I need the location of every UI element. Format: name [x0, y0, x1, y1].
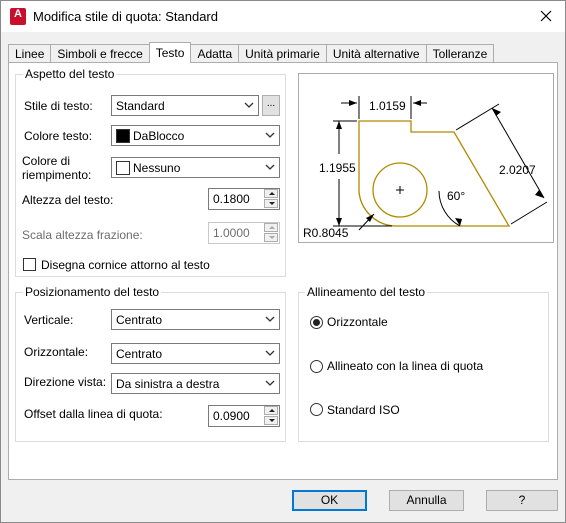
- verticale-select[interactable]: Centrato: [111, 309, 280, 330]
- group-legend: Posizionamento del testo: [23, 285, 162, 299]
- group-legend: Aspetto del testo: [23, 67, 117, 81]
- dim-left-text: 1.1955: [319, 161, 356, 175]
- scala-altezza-spinner: 1.0000: [208, 222, 280, 244]
- dim-right-text: 2.0207: [499, 163, 536, 177]
- offset-value: 0.0900: [213, 409, 250, 423]
- cornice-label: Disegna cornice attorno al testo: [41, 258, 210, 272]
- direzione-vista-value: Da sinistra a destra: [116, 376, 220, 391]
- color-swatch-icon: [116, 128, 130, 143]
- scala-altezza-value: 1.0000: [213, 226, 250, 240]
- stile-testo-value: Standard: [116, 98, 165, 113]
- title-bar: A Modifica stile di quota: Standard: [1, 1, 565, 32]
- group-aspetto-testo: Aspetto del testo Stile di testo: Standa…: [15, 67, 286, 277]
- tab-adatta[interactable]: Adatta: [190, 44, 240, 63]
- colore-riempimento-label-2: riempimento:: [22, 168, 92, 182]
- colore-riempimento-select[interactable]: Nessuno: [111, 157, 280, 178]
- dimension-preview: 1.0159 1.1955 2.0207 60° R0.8045: [298, 73, 554, 243]
- direzione-vista-label: Direzione vista:: [24, 375, 107, 389]
- tab-testo[interactable]: Testo: [148, 42, 192, 63]
- tab-linee[interactable]: Linee: [8, 44, 52, 63]
- radio-allineato[interactable]: [310, 360, 323, 373]
- direzione-vista-select[interactable]: Da sinistra a destra: [111, 373, 280, 394]
- dim-top-text: 1.0159: [369, 99, 406, 113]
- colore-testo-select[interactable]: DaBlocco: [111, 125, 280, 146]
- offset-label: Offset dalla linea di quota:: [24, 407, 163, 421]
- tab-unita-alternative[interactable]: Unità alternative: [325, 44, 427, 63]
- radio-standard-iso-label: Standard ISO: [327, 403, 400, 417]
- tab-unita-primarie[interactable]: Unità primarie: [238, 44, 327, 63]
- colore-testo-label: Colore testo:: [24, 129, 93, 143]
- colore-riempimento-label-1: Colore di: [22, 154, 71, 168]
- group-posizionamento-testo: Posizionamento del testo Verticale: Cent…: [15, 285, 286, 442]
- preview-drawing: 1.0159 1.1955 2.0207 60° R0.8045: [303, 96, 548, 240]
- close-icon: [540, 10, 552, 22]
- scala-altezza-label: Scala altezza frazione:: [22, 228, 143, 242]
- window-title: Modifica stile di quota: Standard: [33, 9, 218, 24]
- close-button[interactable]: [537, 7, 555, 25]
- colore-testo-value: DaBlocco: [133, 128, 185, 143]
- tab-simboli-e-frecce[interactable]: Simboli e frecce: [50, 44, 150, 63]
- chevron-down-icon: [265, 316, 275, 322]
- stile-testo-browse-button[interactable]: ...: [262, 95, 280, 116]
- radius-text: R0.8045: [303, 226, 349, 240]
- radio-allineato-label: Allineato con la linea di quota: [327, 359, 484, 373]
- tab-panel-testo: Aspetto del testo Stile di testo: Standa…: [8, 62, 558, 480]
- spin-up-icon[interactable]: [264, 189, 278, 198]
- radio-orizzontale[interactable]: [310, 316, 323, 329]
- verticale-value: Centrato: [116, 312, 163, 327]
- angle-text: 60°: [447, 189, 465, 203]
- cornice-checkbox[interactable]: [23, 258, 36, 271]
- autocad-app-icon: A: [10, 8, 26, 25]
- radio-standard-iso[interactable]: [310, 403, 323, 416]
- group-legend: Allineamento del testo: [305, 285, 428, 299]
- ok-button[interactable]: OK: [292, 490, 367, 511]
- stile-testo-label: Stile di testo:: [24, 99, 93, 113]
- chevron-down-icon: [244, 102, 254, 108]
- colore-riempimento-value: Nessuno: [133, 160, 181, 175]
- chevron-down-icon: [265, 132, 275, 138]
- tab-tolleranze[interactable]: Tolleranze: [425, 44, 495, 63]
- spin-down-icon: [264, 233, 278, 242]
- dialog-window: A Modifica stile di quota: Standard Line…: [0, 0, 566, 523]
- spin-down-icon[interactable]: [264, 199, 278, 208]
- altezza-testo-spinner[interactable]: 0.1800: [208, 188, 280, 210]
- stile-testo-select[interactable]: Standard: [111, 95, 259, 116]
- group-allineamento-testo: Allineamento del testo Orizzontale Allin…: [298, 285, 549, 442]
- spin-up-icon[interactable]: [264, 406, 278, 415]
- tab-strip: Linee Simboli e frecce Testo Adatta Unit…: [8, 42, 495, 63]
- help-button[interactable]: ?: [486, 490, 558, 511]
- chevron-down-icon: [265, 380, 275, 386]
- chevron-down-icon: [265, 350, 275, 356]
- cancel-button[interactable]: Annulla: [389, 490, 464, 511]
- offset-spinner[interactable]: 0.0900: [208, 405, 280, 427]
- orizzontale-select[interactable]: Centrato: [111, 343, 280, 364]
- color-swatch-icon: [116, 160, 130, 175]
- orizzontale-value: Centrato: [116, 346, 163, 361]
- altezza-testo-label: Altezza del testo:: [22, 193, 114, 207]
- center-mark-icon: [396, 186, 404, 194]
- radio-orizzontale-label: Orizzontale: [327, 315, 388, 329]
- spin-up-icon: [264, 223, 278, 232]
- verticale-label: Verticale:: [24, 313, 74, 327]
- chevron-down-icon: [265, 164, 275, 170]
- spin-down-icon[interactable]: [264, 416, 278, 425]
- altezza-testo-value: 0.1800: [213, 192, 250, 206]
- orizzontale-label: Orizzontale:: [24, 345, 89, 359]
